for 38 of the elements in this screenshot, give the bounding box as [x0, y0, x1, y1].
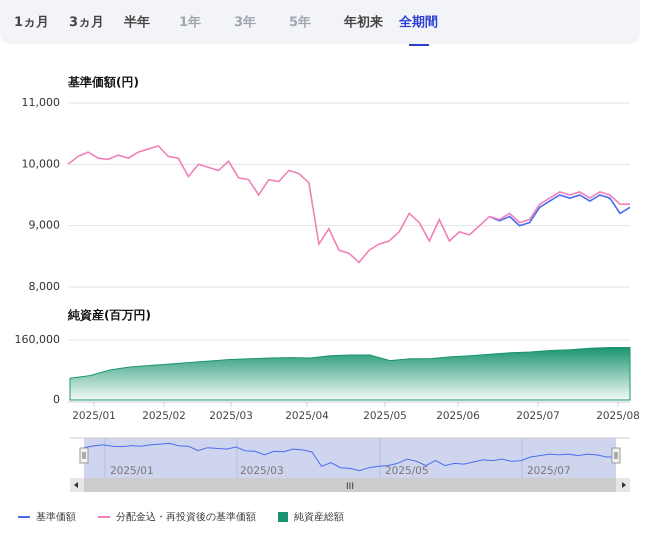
- axis-label: 2025/03: [209, 410, 253, 422]
- period-tab[interactable]: 3ヵ月: [69, 0, 124, 44]
- legend-square-icon: [278, 512, 288, 522]
- legend-label[interactable]: 基準価額: [36, 510, 76, 524]
- legend-label[interactable]: 純資産総額: [294, 510, 344, 524]
- scroll-grip[interactable]: III: [346, 482, 354, 492]
- axis-label: 2025/01: [72, 410, 116, 422]
- axis-label: 0: [53, 393, 60, 406]
- axis-label: 2025/05: [363, 410, 407, 422]
- axis-label: 2025/08: [596, 410, 640, 422]
- range-handle[interactable]: [612, 448, 620, 464]
- axis-label: 9,000: [28, 218, 60, 232]
- axis-label: 10,000: [22, 157, 60, 170]
- scroll-left-icon[interactable]: [74, 482, 78, 488]
- period-tab[interactable]: 全期間: [399, 0, 454, 44]
- chart-title: 基準価額(円): [68, 74, 140, 90]
- axis-label: 2025/07: [516, 410, 560, 422]
- period-tab[interactable]: 1ヵ月: [14, 0, 69, 44]
- axis-label: 2025/04: [285, 410, 329, 422]
- period-tab[interactable]: 半年: [124, 0, 179, 44]
- axis-label: 11,000: [22, 96, 60, 110]
- legend-label[interactable]: 分配金込・再投資後の基準価額: [116, 510, 256, 524]
- axis-label: 2025/02: [142, 410, 186, 422]
- navigator-label: 2025/05: [385, 465, 429, 477]
- scroll-right-icon[interactable]: [622, 482, 626, 488]
- scrollbar-thumb[interactable]: [84, 478, 616, 492]
- period-tab[interactable]: 年初来: [344, 0, 399, 44]
- axis-label: 2025/06: [436, 410, 480, 422]
- navigator-label: 2025/03: [240, 465, 284, 477]
- axis-label: 8,000: [28, 280, 60, 294]
- chart-title: 純資産(百万円): [68, 307, 152, 323]
- legend-line-icon: [18, 516, 30, 518]
- axis-label: 160,000: [14, 333, 60, 346]
- navigator-label: 2025/01: [110, 465, 154, 477]
- legend-line-icon: [98, 516, 110, 518]
- navigator-label: 2025/07: [527, 465, 571, 477]
- navigator-selection[interactable]: [84, 438, 616, 478]
- range-handle[interactable]: [80, 448, 88, 464]
